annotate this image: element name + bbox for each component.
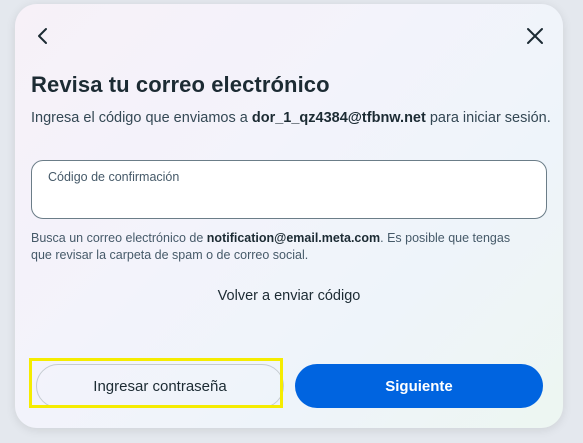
chevron-left-icon — [38, 28, 47, 44]
sender-email: notification@email.meta.com — [206, 231, 381, 245]
resend-code-link[interactable]: Volver a enviar código — [15, 288, 563, 304]
recipient-email: dor_1_qz4384@tfbnw.net — [251, 110, 426, 126]
email-verification-dialog: Revisa tu correo electrónico Ingresa el … — [15, 4, 563, 428]
back-button[interactable] — [29, 22, 57, 50]
enter-password-button[interactable]: Ingresar contraseña — [36, 364, 284, 408]
dialog-subtitle: Ingresa el código que enviamos a dor_1_q… — [31, 108, 551, 128]
close-icon — [527, 28, 543, 44]
confirmation-code-input[interactable] — [48, 189, 528, 209]
dialog-title: Revisa tu correo electrónico — [31, 72, 330, 97]
help-text: Busca un correo electrónico de notificat… — [31, 230, 531, 264]
subtitle-suffix: para iniciar sesión. — [425, 110, 551, 126]
help-prefix: Busca un correo electrónico de — [31, 231, 207, 245]
close-button[interactable] — [521, 22, 549, 50]
confirmation-code-label: Código de confirmación — [48, 170, 180, 184]
subtitle-prefix: Ingresa el código que enviamos a — [31, 110, 252, 126]
confirmation-code-field[interactable]: Código de confirmación — [31, 160, 547, 219]
next-button[interactable]: Siguiente — [295, 364, 543, 408]
